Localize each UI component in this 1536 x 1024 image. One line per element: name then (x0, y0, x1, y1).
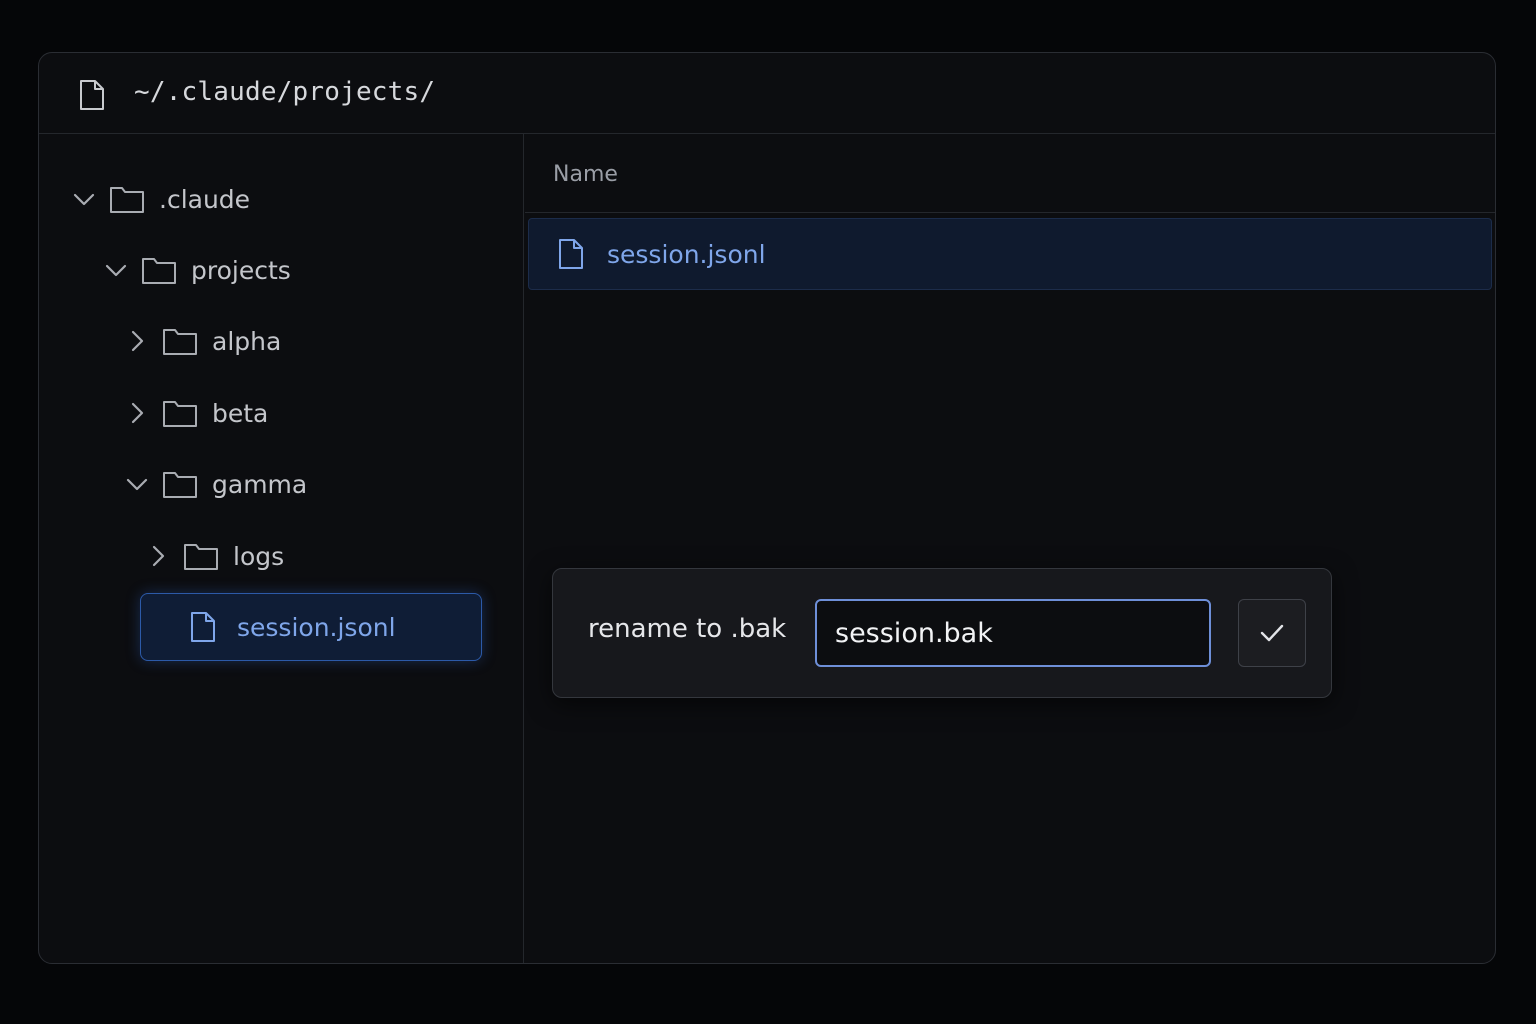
tree-item-logs[interactable]: logs (145, 536, 284, 576)
chevron-right-icon[interactable] (124, 400, 150, 426)
tree-item-beta[interactable]: beta (124, 393, 268, 433)
tree-item-label: gamma (212, 469, 308, 499)
folder-icon (163, 401, 197, 427)
file-icon (559, 239, 583, 269)
folder-icon (163, 329, 197, 355)
rename-dialog: rename to .bak (552, 568, 1332, 698)
confirm-button[interactable] (1238, 599, 1306, 667)
folder-icon (184, 544, 218, 570)
chevron-down-icon[interactable] (103, 257, 129, 283)
tree-item-session-jsonl[interactable]: session.jsonl (140, 593, 482, 661)
chevron-right-icon[interactable] (145, 543, 171, 569)
tree-item-gamma[interactable]: gamma (124, 464, 307, 504)
tree-item-label: session.jsonl (237, 612, 396, 642)
file-name: session.jsonl (607, 239, 766, 269)
chevron-down-icon[interactable] (124, 471, 150, 497)
chevron-down-icon[interactable] (71, 186, 97, 212)
chevron-right-icon[interactable] (124, 328, 150, 354)
tree-item-label: beta (212, 398, 269, 428)
file-row[interactable]: session.jsonl (528, 218, 1492, 290)
tree-item-label: logs (233, 541, 285, 571)
current-path: ~/.claude/projects/ (134, 77, 436, 107)
file-list-pane: Name session.jsonl (525, 134, 1495, 963)
tree-item-alpha[interactable]: alpha (124, 321, 281, 361)
check-icon (1260, 624, 1284, 642)
file-icon (80, 80, 104, 110)
folder-icon (163, 472, 197, 498)
title-bar: ~/.claude/projects/ (39, 53, 1495, 134)
file-browser-window: ~/.claude/projects/ .claude projects alp… (38, 52, 1496, 964)
folder-tree: .claude projects alpha beta gamma logs s… (39, 134, 524, 963)
tree-item-projects[interactable]: projects (103, 250, 291, 290)
tree-item-label: alpha (212, 326, 282, 356)
folder-icon (110, 187, 144, 213)
rename-label: rename to .bak (588, 614, 787, 644)
folder-icon (142, 258, 176, 284)
tree-item-label: projects (191, 255, 291, 285)
tree-item-label: .claude (159, 184, 251, 214)
column-header-label: Name (553, 162, 618, 187)
name-column-header[interactable]: Name (525, 134, 1495, 213)
file-icon (191, 612, 215, 642)
tree-item-claude[interactable]: .claude (71, 179, 250, 219)
rename-input[interactable] (815, 599, 1211, 667)
